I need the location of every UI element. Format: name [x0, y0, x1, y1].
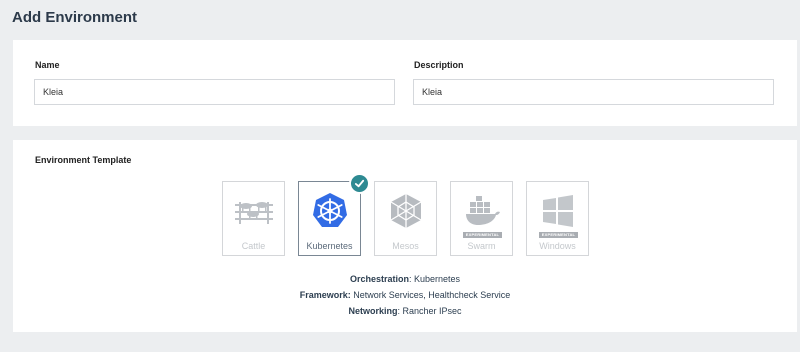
- template-label: Swarm: [467, 241, 496, 251]
- template-card-windows[interactable]: EXPERIMENTAL Windows: [526, 181, 589, 256]
- swarm-whale-icon: [461, 190, 503, 232]
- selected-check-icon: [349, 173, 370, 194]
- environment-template-label: Environment Template: [35, 155, 132, 165]
- template-label: Cattle: [241, 241, 266, 251]
- framework-line: Framework: Network Services, Healthcheck…: [13, 287, 797, 303]
- networking-label: Networking: [348, 306, 398, 316]
- template-card-kubernetes[interactable]: Kubernetes: [298, 173, 370, 256]
- template-list: Cattle Kubernetes Mesos EXPERIMENTAL Swa…: [222, 173, 602, 256]
- name-label: Name: [35, 60, 60, 70]
- kubernetes-helm-icon: [309, 190, 351, 232]
- template-label: Kubernetes: [306, 241, 353, 251]
- description-label: Description: [414, 60, 464, 70]
- experimental-badge: EXPERIMENTAL: [463, 232, 502, 238]
- name-panel: Name Description: [13, 40, 797, 126]
- orchestration-line: Orchestration: Kubernetes: [13, 271, 797, 287]
- framework-label: Framework:: [299, 290, 351, 300]
- networking-value: : Rancher IPsec: [397, 306, 462, 316]
- experimental-badge: EXPERIMENTAL: [539, 232, 578, 238]
- template-card-mesos[interactable]: Mesos: [374, 181, 437, 256]
- template-label: Windows: [539, 241, 576, 251]
- networking-line: Networking: Rancher IPsec: [13, 303, 797, 319]
- template-card-swarm[interactable]: EXPERIMENTAL Swarm: [450, 181, 513, 256]
- page-title: Add Environment: [12, 9, 138, 26]
- orchestration-label: Orchestration: [349, 274, 409, 284]
- mesos-icon: [385, 190, 427, 232]
- name-input[interactable]: [34, 79, 395, 105]
- template-summary: Orchestration: Kubernetes Framework: Net…: [13, 271, 797, 319]
- cattle-icon: [233, 190, 275, 232]
- description-input[interactable]: [413, 79, 774, 105]
- windows-icon: [537, 190, 579, 232]
- template-label: Mesos: [392, 241, 419, 251]
- template-card-cattle[interactable]: Cattle: [222, 181, 285, 256]
- orchestration-value: : Kubernetes: [408, 274, 461, 284]
- framework-value: Network Services, Healthcheck Service: [350, 290, 511, 300]
- template-panel: Environment Template Cattle Kubernetes M…: [13, 140, 797, 332]
